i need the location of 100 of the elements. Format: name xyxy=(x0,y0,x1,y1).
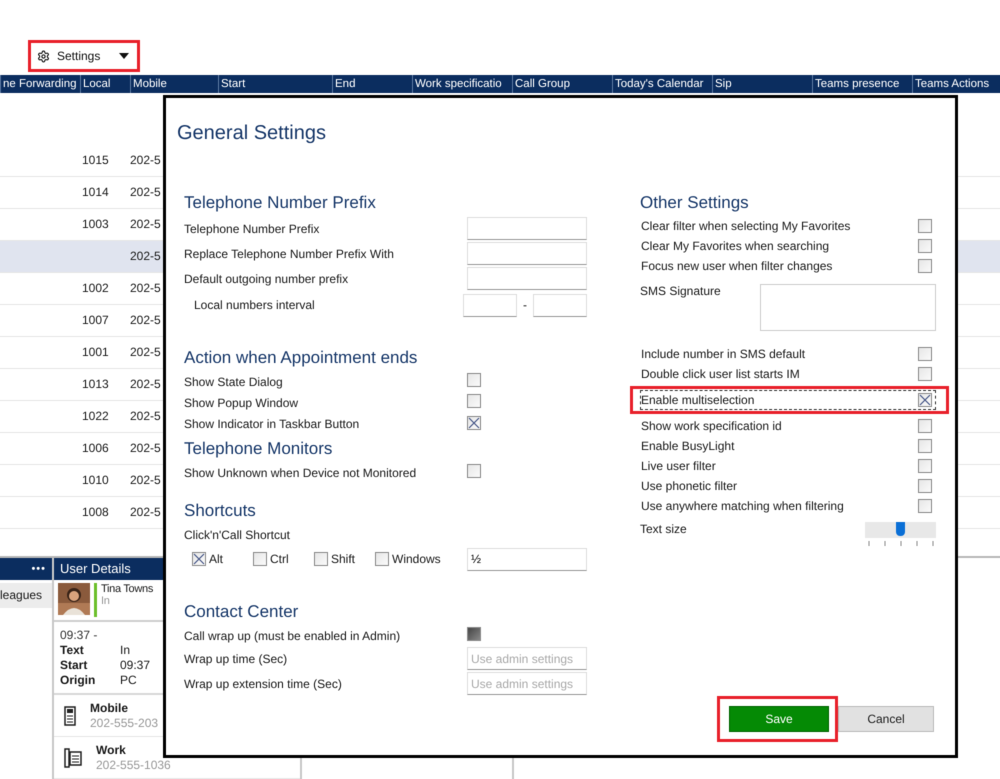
checkbox-label: Clear My Favorites when searching xyxy=(641,239,830,253)
checkbox-label: Enable multiselection xyxy=(641,393,754,407)
table-cell-text: 1015 xyxy=(82,153,110,168)
slider-label: Text size xyxy=(640,522,687,536)
column-header[interactable]: Start xyxy=(218,74,332,93)
checkbox-label: Clear filter when selecting My Favorites xyxy=(641,219,850,233)
table-cell-text: 1003 xyxy=(82,217,110,232)
column-header[interactable]: Work specificatio xyxy=(412,74,512,93)
section-title: Telephone Monitors xyxy=(184,439,334,459)
checkbox-label: Include number in SMS default xyxy=(641,347,806,361)
table-cell-text: 202-5 xyxy=(130,185,162,200)
column-header[interactable]: Mobile xyxy=(130,74,218,93)
input-field[interactable] xyxy=(467,242,587,265)
input-field[interactable]: Use admin settings xyxy=(467,647,587,670)
column-header[interactable]: Call Group xyxy=(512,74,612,93)
table-cell-text: 202-5 xyxy=(130,345,162,360)
checkbox[interactable] xyxy=(918,479,932,493)
table-cell-text: 202-5 xyxy=(130,153,162,168)
checkbox-label: Call wrap up (must be enabled in Admin) xyxy=(184,628,400,642)
checkbox[interactable] xyxy=(918,219,932,233)
table-cell-text: 202-5 xyxy=(130,313,162,328)
checkbox-label: Show Unknown when Device not Monitored xyxy=(184,466,416,480)
detail-label: Text xyxy=(60,643,85,657)
checkbox[interactable] xyxy=(918,459,932,473)
panel-title: User Details xyxy=(60,560,131,578)
checkbox[interactable] xyxy=(467,394,481,408)
column-header[interactable]: Teams presence xyxy=(812,74,912,93)
checkbox-label: Enable BusyLight xyxy=(641,439,734,453)
table-cell-text: 1014 xyxy=(82,185,110,200)
phone-label: Work xyxy=(96,743,127,758)
checkbox-label: Windows xyxy=(392,552,441,566)
user-name: Tina Towns xyxy=(101,583,154,595)
checkbox-label: Shift xyxy=(331,552,356,566)
input-field[interactable] xyxy=(467,267,587,290)
table-cell-text: 202-5 xyxy=(130,377,162,392)
table-cell-text: 1002 xyxy=(82,281,110,296)
checkbox-label: Alt xyxy=(209,552,224,566)
checkbox[interactable] xyxy=(918,499,932,513)
field-label: Wrap up time (Sec) xyxy=(184,652,288,666)
input-field[interactable]: Use admin settings xyxy=(467,672,587,695)
presence-status: In xyxy=(101,595,111,607)
checkbox[interactable] xyxy=(467,416,481,430)
checkbox[interactable] xyxy=(918,259,932,273)
table-cell-text: 1008 xyxy=(82,505,110,520)
checkbox[interactable] xyxy=(918,367,932,381)
table-cell-text: 1006 xyxy=(82,441,110,456)
checkbox[interactable] xyxy=(375,552,389,566)
table-cell-text: 202-5 xyxy=(130,473,162,488)
range-separator: - xyxy=(523,298,527,312)
table-cell-text: 202-5 xyxy=(130,441,162,456)
checkbox[interactable] xyxy=(918,239,932,253)
cancel-button[interactable]: Cancel xyxy=(838,706,934,732)
detail-value: In xyxy=(120,643,132,657)
field-label: Default outgoing number prefix xyxy=(184,272,348,286)
checkbox[interactable] xyxy=(918,393,932,407)
checkbox[interactable] xyxy=(467,464,481,478)
table-cell-text: 202-5 xyxy=(130,249,162,264)
checkbox[interactable] xyxy=(918,419,932,433)
table-cell-text: 202-5 xyxy=(130,505,162,520)
phone-number: 202-555-1036 xyxy=(96,758,171,773)
checkbox[interactable] xyxy=(918,347,932,361)
field-label: SMS Signature xyxy=(640,284,721,298)
save-button[interactable]: Save xyxy=(729,706,829,732)
input-field[interactable] xyxy=(533,294,587,316)
checkbox[interactable] xyxy=(253,552,267,566)
field-label: Wrap up extension time (Sec) xyxy=(184,676,342,690)
input-field[interactable] xyxy=(463,294,517,316)
checkbox-label: Live user filter xyxy=(641,459,716,473)
table-cell-text: 202-5 xyxy=(130,281,162,296)
phone-label: Mobile xyxy=(90,701,129,716)
slider-thumb[interactable] xyxy=(896,522,905,536)
section-title: Shortcuts xyxy=(184,501,257,521)
settings-icon xyxy=(37,50,50,62)
presence-bar xyxy=(94,583,97,617)
column-header[interactable]: Local xyxy=(80,74,130,93)
checkbox-label: Show Popup Window xyxy=(184,396,298,410)
column-header[interactable]: ne Forwarding xyxy=(0,74,80,93)
input-field[interactable] xyxy=(467,217,587,240)
checkbox-label: Focus new user when filter changes xyxy=(641,259,832,273)
checkbox[interactable] xyxy=(918,439,932,453)
table-cell-text: 1013 xyxy=(82,377,110,392)
input-field[interactable]: ½ xyxy=(467,548,587,570)
checkbox[interactable] xyxy=(467,373,481,387)
field-label: Local numbers interval xyxy=(193,298,315,312)
checkbox-label: Double click user list starts IM xyxy=(641,367,800,381)
detail-value: PC xyxy=(120,673,138,687)
column-header[interactable]: Today's Calendar xyxy=(612,74,712,93)
table-cell-text: 202-5 xyxy=(130,409,162,424)
table-cell-text: 1001 xyxy=(82,345,110,360)
detail-value: 09:37 xyxy=(120,658,150,672)
checkbox[interactable] xyxy=(192,552,206,566)
column-header[interactable]: Teams Actions xyxy=(912,74,1000,93)
panel-tab[interactable]: leagues xyxy=(0,583,52,608)
more-button[interactable]: ••• xyxy=(31,558,46,580)
column-header[interactable]: End xyxy=(332,74,412,93)
column-header[interactable]: Sip xyxy=(712,74,812,93)
checkbox[interactable] xyxy=(314,552,328,566)
mobile-phone-icon xyxy=(64,706,76,726)
section-title: Action when Appointment ends xyxy=(184,348,418,368)
section-title: Contact Center xyxy=(184,602,300,622)
